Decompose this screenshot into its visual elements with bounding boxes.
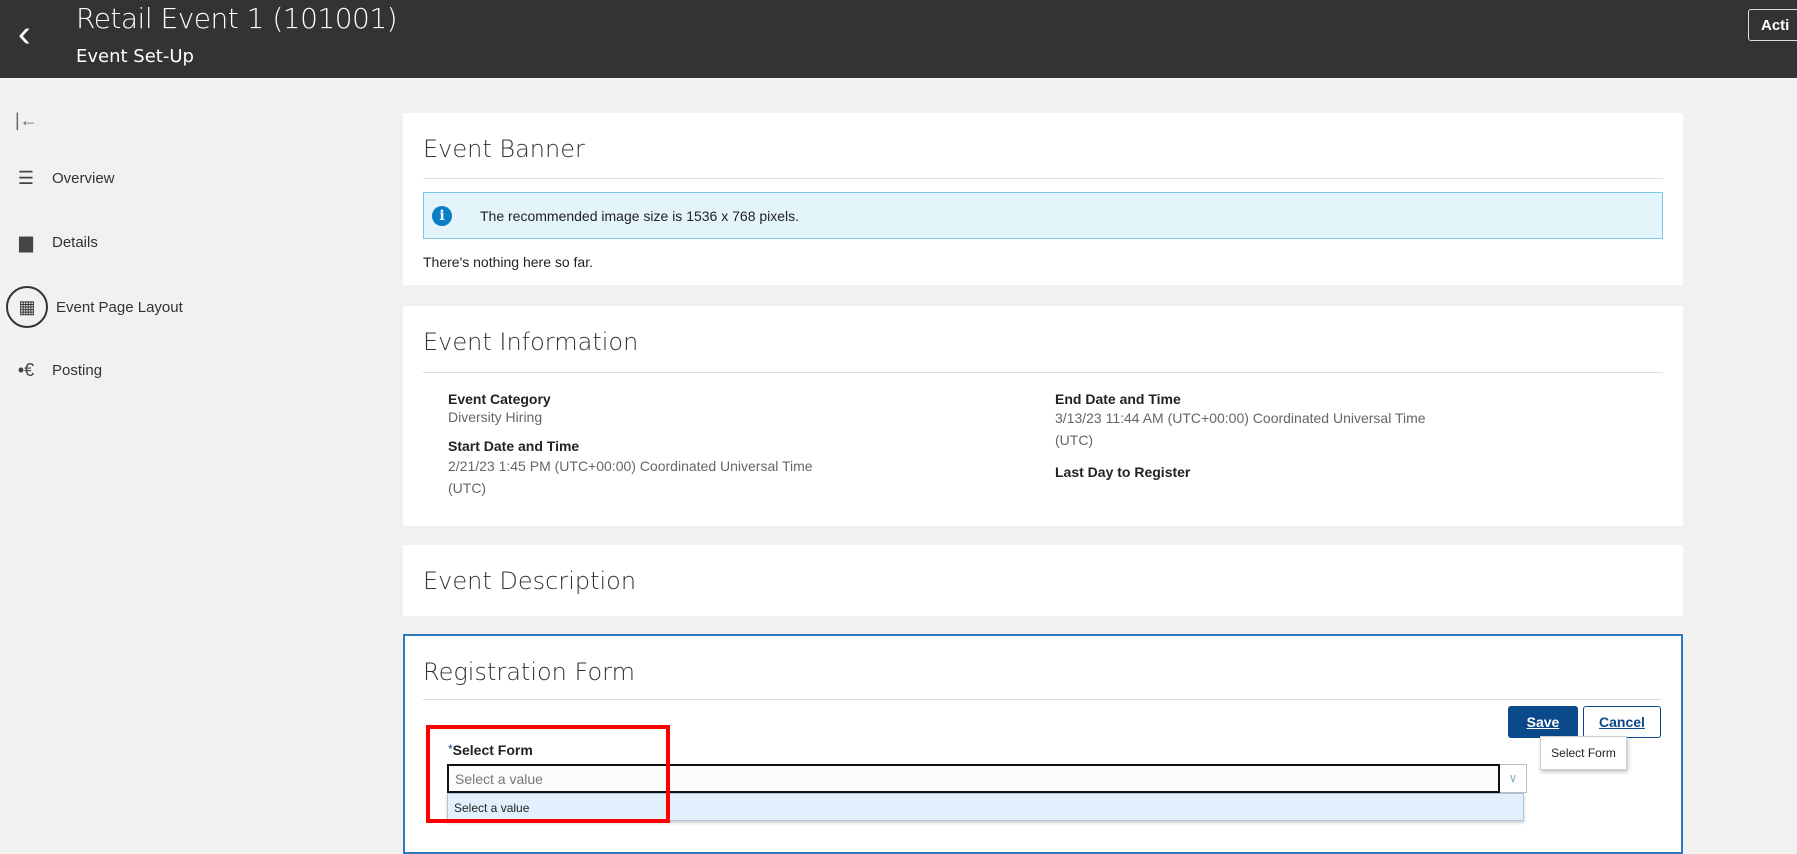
posting-icon: •€ [17,360,35,380]
section-title: Event Description [423,567,637,595]
info-text: The recommended image size is 1536 x 768… [480,207,800,224]
end-date-value: 3/13/23 11:44 AM (UTC+00:00) Coordinated… [1055,410,1426,448]
event-banner-card: Event Banner i The recommended image size… [403,113,1683,285]
event-category-label: Event Category [448,391,551,407]
details-icon: ▆ [19,232,33,252]
info-message: i The recommended image size is 1536 x 76… [423,192,1663,239]
info-icon: i [432,205,452,226]
event-description-card: Event Description [403,545,1683,616]
sidebar-item-label: Overview [52,169,115,187]
page-subtitle: Event Set-Up [76,46,194,67]
sidebar-item-label: Details [52,233,98,251]
last-day-label: Last Day to Register [1055,464,1191,480]
end-date-label: End Date and Time [1055,391,1181,407]
sidebar-item-event-page-layout[interactable]: ▦ Event Page Layout [6,286,183,328]
sidebar-item-overview[interactable]: ☰ Overview [14,168,115,188]
collapse-sidebar-icon[interactable]: |← [15,110,38,131]
section-title: Registration Form [423,658,635,686]
cancel-button[interactable]: Cancel [1583,706,1661,738]
list-icon: ☰ [17,168,35,188]
divider [423,178,1663,179]
event-information-card: Event Information Event Category Diversi… [403,306,1683,526]
section-title: Event Banner [423,135,585,163]
actions-button[interactable]: Acti [1748,9,1797,41]
start-date-value: 2/21/23 1:45 PM (UTC+00:00) Coordinated … [448,458,813,496]
sidebar-item-label: Posting [52,361,103,379]
divider [423,372,1663,373]
sidebar-item-posting[interactable]: •€ Posting [14,360,102,380]
back-chevron-icon[interactable]: ‹ [18,14,44,54]
chevron-down-icon[interactable]: ∨ [1500,764,1527,793]
sidebar-item-label: Event Page Layout [56,298,183,316]
highlight-box [426,725,670,823]
tooltip: Select Form [1540,736,1627,770]
empty-text: There's nothing here so far. [423,254,593,270]
section-title: Event Information [423,328,639,356]
event-category-value: Diversity Hiring [448,409,543,425]
start-date-label: Start Date and Time [448,438,580,454]
save-button[interactable]: Save [1508,706,1578,738]
page-title: Retail Event 1 (101001) [76,2,398,35]
divider [423,699,1661,700]
sidebar-item-details[interactable]: ▆ Details [14,232,98,252]
layout-icon: ▦ [6,286,48,328]
